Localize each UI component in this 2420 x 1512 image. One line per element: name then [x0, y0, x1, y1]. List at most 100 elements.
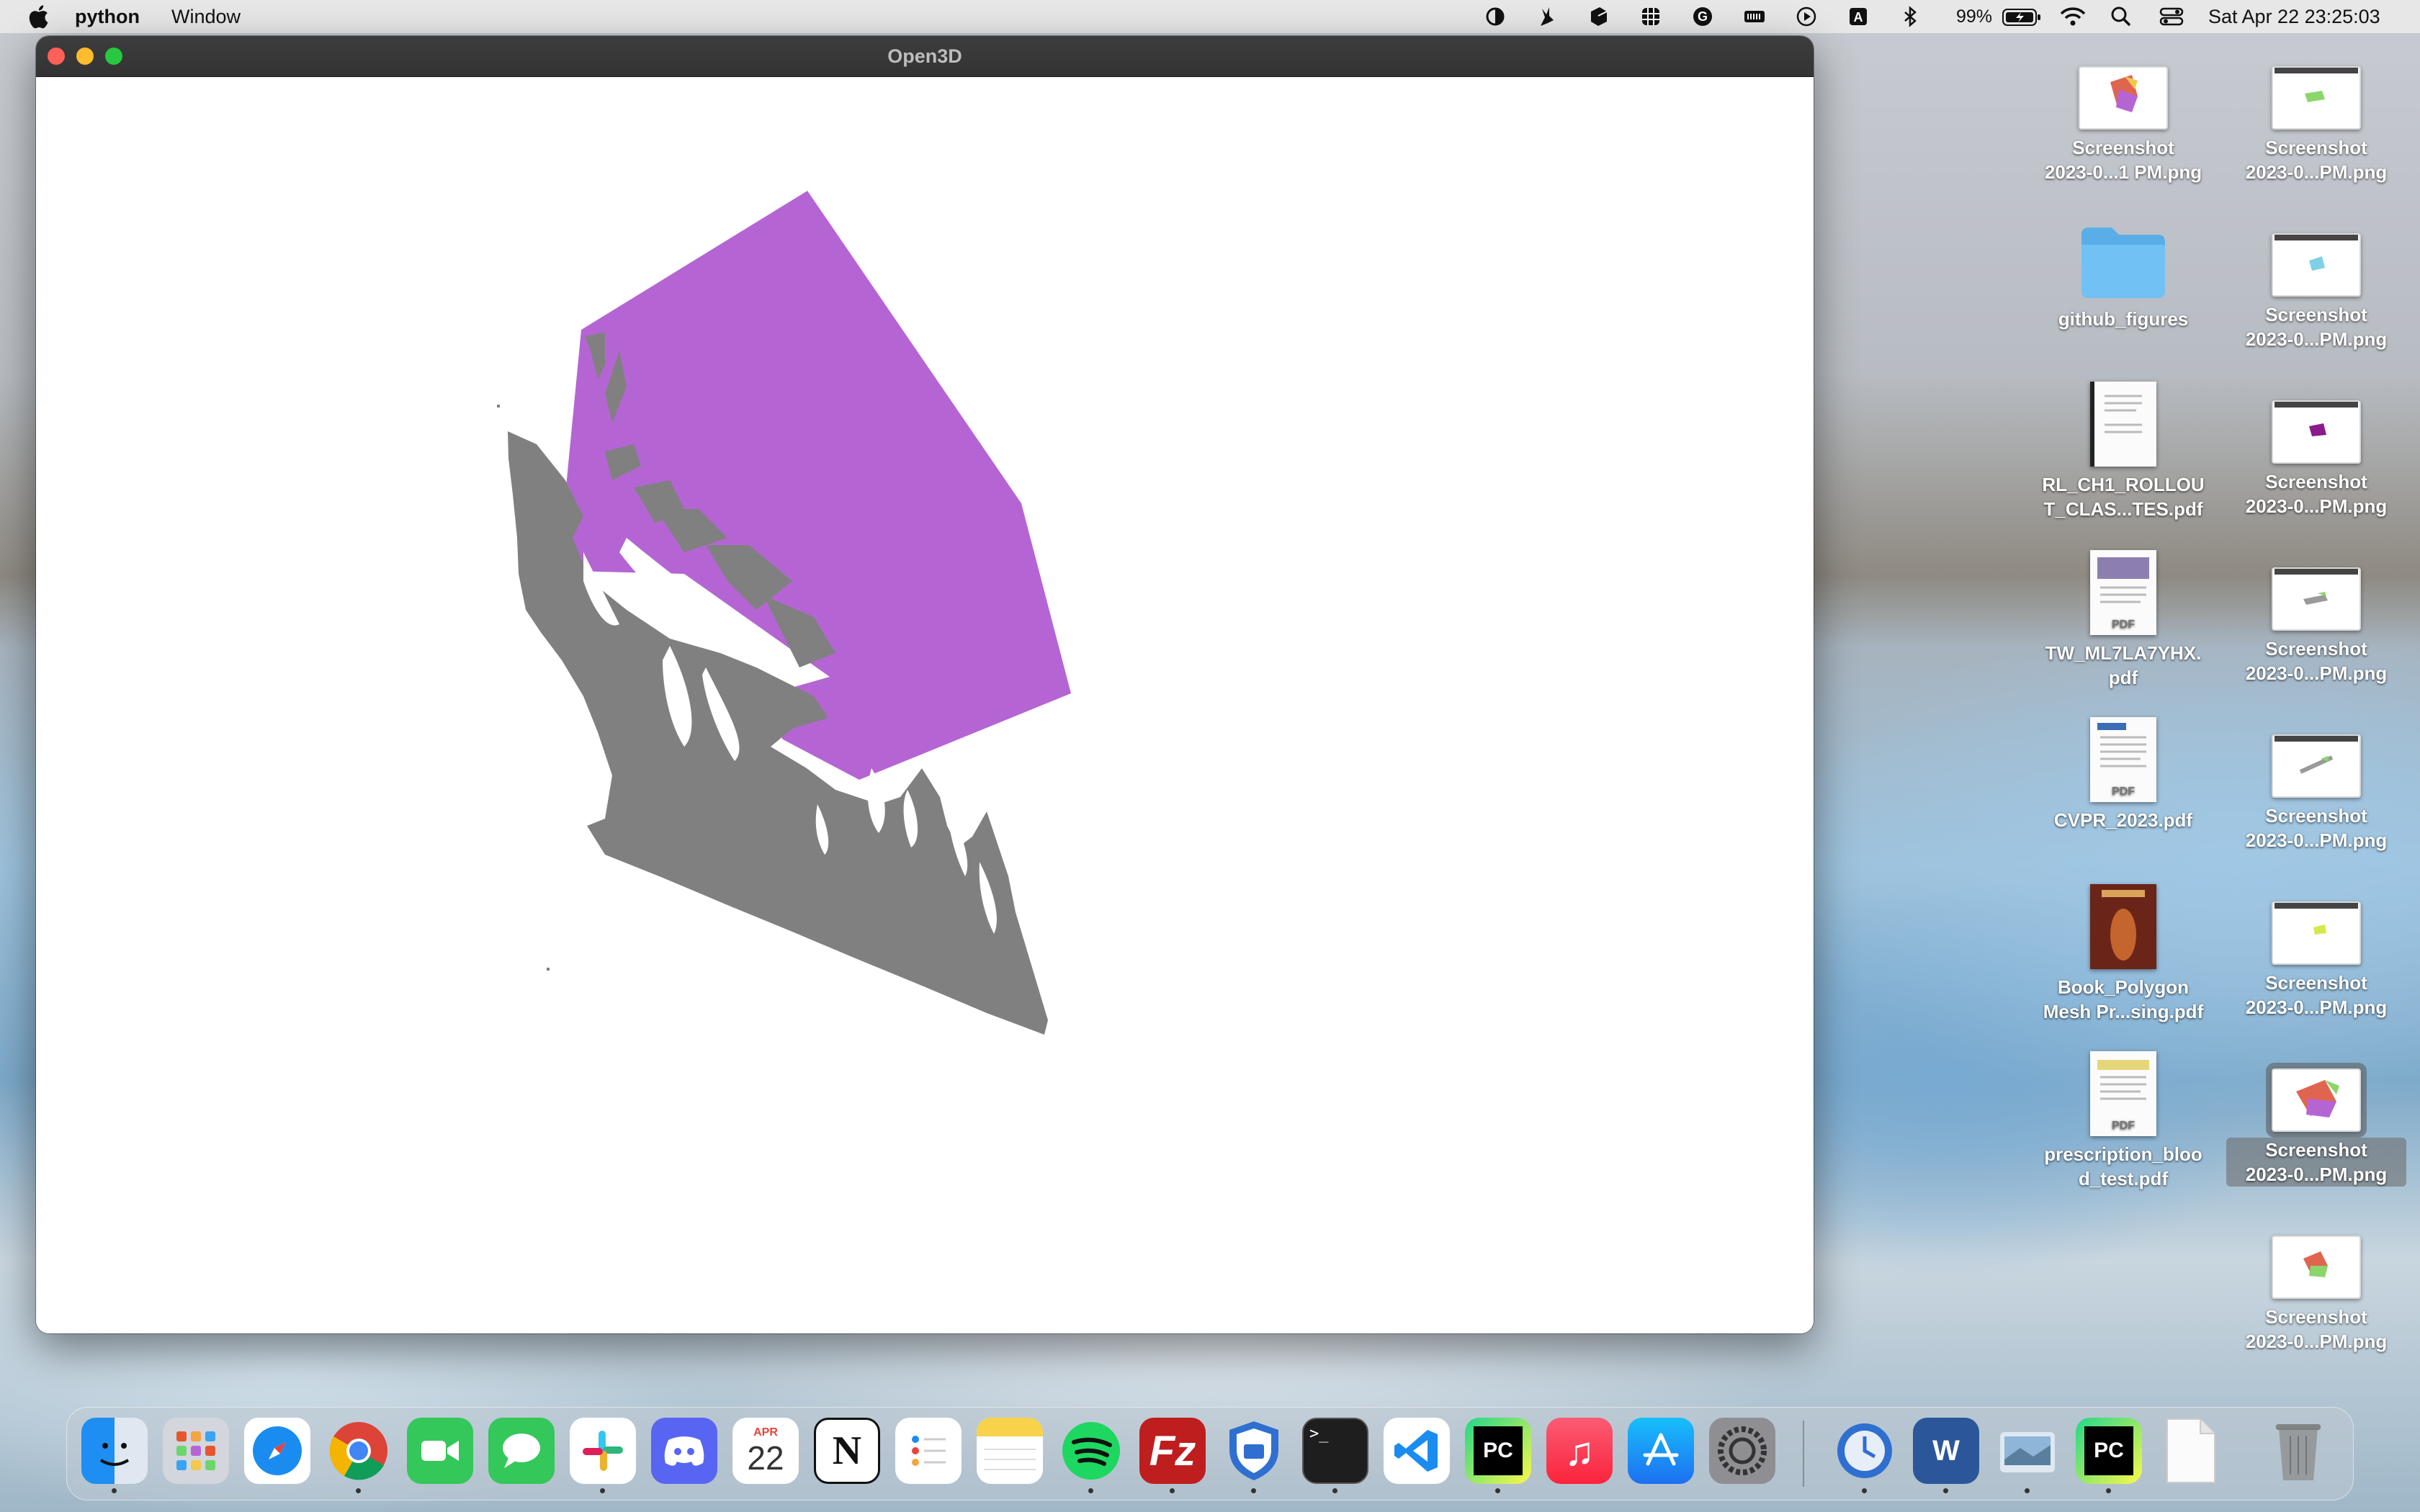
open3d-window: Open3D — [36, 36, 1814, 1333]
dock-discord-icon[interactable] — [651, 1418, 717, 1484]
desktop-item-pdf[interactable]: RL_CH1_ROLLOU T_CLAS...TES.pdf — [2033, 382, 2213, 521]
dock-notes-icon[interactable] — [977, 1418, 1043, 1484]
svg-text:PDF: PDF — [2112, 618, 2135, 631]
menu-window[interactable]: Window — [171, 6, 241, 28]
dock-safari-icon[interactable] — [244, 1418, 310, 1484]
dock-document-icon[interactable] — [2157, 1418, 2223, 1484]
screenshot-thumbnail-icon — [2272, 567, 2361, 631]
cube-icon[interactable] — [1573, 0, 1625, 33]
dock-slack-icon[interactable] — [570, 1418, 636, 1484]
running-indicator — [1862, 1488, 1867, 1493]
grammarly-icon[interactable]: G — [1677, 0, 1729, 33]
running-indicator — [1943, 1488, 1948, 1493]
desktop-item-screenshot[interactable]: Screenshot 2023-0...PM.png — [2226, 734, 2406, 852]
dock-finder-icon[interactable] — [81, 1418, 148, 1484]
screenshot-thumbnail-icon — [2272, 734, 2361, 798]
menu-clock[interactable]: Sat Apr 22 23:25:03 — [2208, 6, 2380, 28]
dock-messages-icon[interactable] — [488, 1418, 555, 1484]
dock-preview-icon[interactable] — [1994, 1418, 2061, 1484]
desktop-item-screenshot-selected[interactable]: Screenshot 2023-0...PM.png — [2226, 1063, 2406, 1187]
grid-calendar-icon[interactable] — [1625, 0, 1677, 33]
desktop-item-label: github_figures — [2058, 308, 2189, 330]
screenshot-thumbnail-icon — [2272, 66, 2361, 130]
dock-chrome-icon[interactable] — [326, 1418, 392, 1484]
dock-terminal-icon[interactable]: >_ — [1302, 1418, 1368, 1484]
desktop-item-pdf[interactable]: PDF TW_ML7LA7YHX. pdf — [2033, 550, 2213, 690]
desktop-item-pdf[interactable]: Book_Polygon Mesh Pr...sing.pdf — [2033, 884, 2213, 1024]
screenshot-thumbnail-icon — [2079, 66, 2168, 130]
dock-pycharm-icon[interactable]: PC — [2076, 1418, 2142, 1484]
dock-calendar-icon[interactable]: APR 22 — [732, 1418, 799, 1484]
running-indicator — [1170, 1488, 1175, 1493]
dock-app-store-icon[interactable] — [1628, 1418, 1694, 1484]
svg-text:G: G — [1698, 9, 1708, 24]
screenshot-thumbnail-icon — [2272, 400, 2361, 464]
desktop-item-screenshot[interactable]: Screenshot 2023-0...PM.png — [2226, 400, 2406, 518]
apple-menu-icon[interactable] — [27, 4, 49, 29]
bluetooth-icon[interactable] — [1884, 0, 1936, 33]
pdf-document-icon: PDF — [2090, 550, 2156, 635]
desktop-item-label: Screenshot 2023-0...PM.png — [2245, 1306, 2388, 1352]
desktop-item-screenshot[interactable]: Screenshot 2023-0...PM.png — [2226, 901, 2406, 1020]
scene-canvas[interactable] — [36, 77, 1814, 1333]
input-source-icon[interactable]: A — [1832, 0, 1884, 33]
3d-viewport[interactable] — [36, 77, 1814, 1333]
desktop-item-label: Screenshot 2023-0...PM.png — [2245, 972, 2388, 1018]
running-indicator — [1251, 1488, 1256, 1493]
dock-filezilla-icon[interactable]: Fz — [1139, 1418, 1206, 1484]
dock-spotify-icon[interactable] — [1058, 1418, 1124, 1484]
desktop-item-screenshot[interactable]: Screenshot 2023-0...PM.png — [2226, 66, 2406, 184]
desktop-item-label: Screenshot 2023-0...PM.png — [2245, 304, 2388, 350]
desktop-item-label: CVPR_2023.pdf — [2053, 809, 2193, 831]
svg-text:PDF: PDF — [2112, 1120, 2135, 1132]
running-indicator — [112, 1488, 117, 1493]
dock-launchpad-icon[interactable] — [163, 1418, 229, 1484]
desktop-item-screenshot[interactable]: Screenshot 2023-0...PM.png — [2226, 233, 2406, 351]
battery-icon[interactable] — [2002, 8, 2043, 27]
desktop-item-label: Screenshot 2023-0...PM.png — [2226, 1138, 2406, 1187]
dock-pycharm-icon[interactable]: PC — [1465, 1418, 1531, 1484]
desktop-item-label: Book_Polygon Mesh Pr...sing.pdf — [2043, 976, 2204, 1022]
screenshot-thumbnail-icon — [2272, 901, 2361, 965]
wifi-icon[interactable] — [2058, 6, 2087, 27]
dock-notion-icon[interactable]: N — [814, 1418, 880, 1484]
desktop-item-pdf[interactable]: PDF prescription_bloo d_test.pdf — [2033, 1051, 2213, 1191]
focus-moon-icon[interactable] — [1469, 0, 1521, 33]
dock-system-settings-icon[interactable] — [1709, 1418, 1775, 1484]
desktop-item-label: Screenshot 2023-0...PM.png — [2245, 137, 2388, 183]
desktop-item-label: RL_CH1_ROLLOU T_CLAS...TES.pdf — [2042, 474, 2205, 520]
desktop-item-screenshot[interactable]: Screenshot 2023-0...1 PM.png — [2033, 66, 2213, 184]
dock-vscode-icon[interactable] — [1384, 1418, 1450, 1484]
keyboard-icon[interactable] — [1729, 0, 1780, 33]
dock-music-icon[interactable]: ♫ — [1546, 1418, 1613, 1484]
running-indicator — [2025, 1488, 2030, 1493]
rabbit-icon[interactable] — [1521, 0, 1573, 33]
desktop-item-label: Screenshot 2023-0...PM.png — [2245, 805, 2388, 851]
running-indicator — [1088, 1488, 1093, 1493]
desktop-item-folder[interactable]: github_figures — [2033, 222, 2213, 331]
menu-bar: python Window G A 99% Sat Apr 22 23:25:0… — [0, 0, 2420, 33]
dock-reminders-icon[interactable] — [895, 1418, 962, 1484]
status-icons: G A — [1469, 0, 1936, 33]
desktop-item-screenshot[interactable]: Screenshot 2023-0...PM.png — [2226, 567, 2406, 685]
dock: APR 22 N Fz >_ PC ♫ W PC — [66, 1407, 2354, 1500]
desktop-item-screenshot[interactable]: Screenshot 2023-0...PM.png — [2226, 1236, 2406, 1354]
menu-app-name[interactable]: python — [75, 6, 140, 28]
pdf-document-icon — [2090, 382, 2156, 467]
folder-icon — [2079, 222, 2168, 302]
desktop-item-pdf[interactable]: PDF CVPR_2023.pdf — [2033, 717, 2213, 832]
book-cover-icon — [2090, 884, 2156, 969]
screenshot-thumbnail-icon — [2272, 233, 2361, 297]
spotlight-search-icon[interactable] — [2110, 6, 2132, 27]
window-titlebar[interactable]: Open3D — [36, 36, 1814, 77]
dock-facetime-icon[interactable] — [407, 1418, 473, 1484]
running-indicator — [600, 1488, 605, 1493]
dock-security-shield-icon[interactable] — [1221, 1418, 1287, 1484]
control-center-icon[interactable] — [2159, 6, 2184, 27]
running-indicator — [2106, 1488, 2111, 1493]
dock-word-icon[interactable]: W — [1913, 1418, 1979, 1484]
play-icon[interactable] — [1780, 0, 1832, 33]
pdf-document-icon: PDF — [2090, 717, 2156, 802]
dock-trash-icon[interactable] — [2265, 1418, 2331, 1484]
dock-time-machine-icon[interactable] — [1832, 1418, 1898, 1484]
